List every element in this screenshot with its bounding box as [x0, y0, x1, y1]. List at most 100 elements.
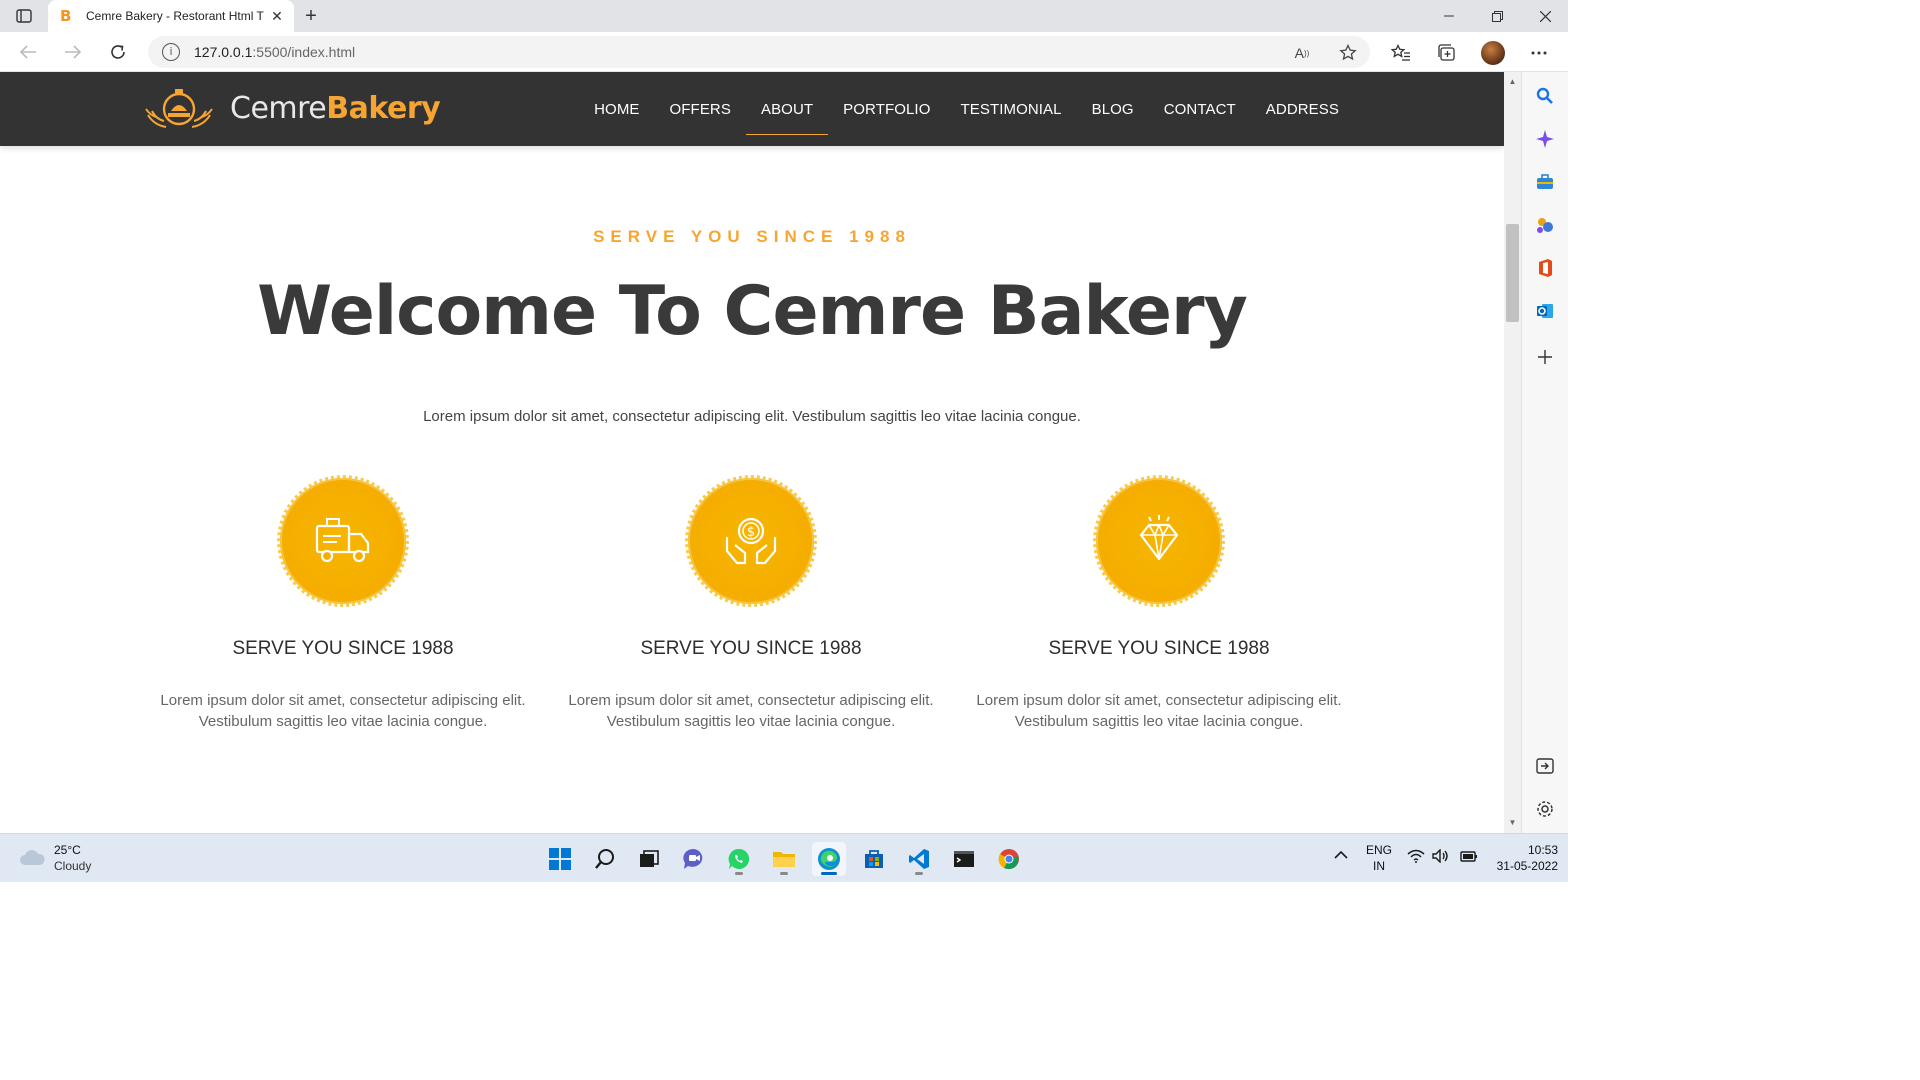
nav-about[interactable]: ABOUT — [745, 72, 829, 146]
feature-badge — [1093, 475, 1225, 607]
add-sidebar-app-icon[interactable] — [1534, 346, 1556, 368]
nav-home[interactable]: HOME — [579, 72, 654, 146]
page-scrollbar[interactable]: ▲ ▼ — [1504, 72, 1521, 833]
task-view-button[interactable] — [632, 842, 666, 876]
teams-chat-button[interactable] — [677, 842, 711, 876]
new-tab-button[interactable]: + — [300, 5, 322, 27]
sidebar-settings-icon[interactable] — [1534, 798, 1556, 820]
chat-icon — [683, 848, 703, 869]
svg-text:$: $ — [747, 525, 755, 540]
refresh-button[interactable] — [104, 38, 132, 66]
windows-icon — [549, 848, 571, 870]
restore-button[interactable] — [1474, 0, 1520, 32]
tab-close-button[interactable]: ✕ — [268, 7, 286, 25]
feature-card-quality: SERVE YOU SINCE 1988 Lorem ipsum dolor s… — [959, 475, 1359, 732]
weather-widget[interactable]: 25°C Cloudy — [18, 842, 91, 874]
hide-sidebar-icon[interactable] — [1534, 755, 1556, 777]
profile-avatar[interactable] — [1481, 41, 1505, 65]
file-explorer-button[interactable] — [767, 842, 801, 876]
whatsapp-button[interactable] — [722, 842, 756, 876]
feature-title: SERVE YOU SINCE 1988 — [640, 638, 862, 659]
tab-actions-button[interactable] — [12, 6, 36, 26]
edge-sidebar — [1521, 72, 1568, 833]
chrome-button[interactable] — [992, 842, 1026, 876]
diamond-icon — [1139, 515, 1179, 561]
search-icon[interactable] — [1534, 85, 1556, 107]
running-indicator — [780, 872, 788, 875]
close-window-button[interactable] — [1522, 0, 1568, 32]
forward-button[interactable] — [59, 38, 87, 66]
language-indicator[interactable]: ENG IN — [1364, 842, 1394, 874]
scroll-thumb[interactable] — [1506, 224, 1519, 322]
feature-text: Lorem ipsum dolor sit amet, consectetur … — [143, 690, 543, 732]
vscode-button[interactable] — [902, 842, 936, 876]
start-button[interactable] — [543, 842, 577, 876]
address-bar[interactable]: i 127.0.0.1:5500/index.html A)) — [148, 36, 1370, 68]
chrome-icon — [998, 849, 1019, 870]
nav-contact[interactable]: CONTACT — [1149, 72, 1251, 146]
nav-offers[interactable]: OFFERS — [655, 72, 746, 146]
feature-text-line1: Lorem ipsum dolor sit amet, consectetur … — [568, 692, 934, 709]
nav-testimonial[interactable]: TESTIMONIAL — [945, 72, 1076, 146]
volume-status[interactable] — [1432, 848, 1450, 867]
nav-address[interactable]: ADDRESS — [1251, 72, 1354, 146]
clock[interactable]: 10:53 31-05-2022 — [1488, 842, 1558, 874]
office-icon[interactable] — [1534, 257, 1556, 279]
feature-title: SERVE YOU SINCE 1988 — [1048, 638, 1270, 659]
tools-icon[interactable] — [1534, 171, 1556, 193]
site-info-icon[interactable]: i — [162, 43, 180, 61]
weather-temperature: 25°C — [54, 843, 81, 857]
whatsapp-icon — [728, 848, 750, 869]
show-hidden-icons-button[interactable] — [1334, 848, 1348, 864]
battery-icon — [1460, 851, 1477, 862]
logo-text-light: Cemre — [230, 91, 327, 126]
add-favorite-icon[interactable] — [1338, 43, 1358, 63]
feature-badge — [277, 475, 409, 607]
taskbar-search-button[interactable] — [588, 842, 622, 876]
battery-status[interactable] — [1458, 849, 1478, 867]
hands-coin-icon: $ — [725, 517, 777, 565]
scroll-up-icon[interactable]: ▲ — [1504, 74, 1521, 90]
edge-browser-icon — [818, 848, 840, 870]
store-icon — [865, 850, 883, 868]
back-button[interactable] — [14, 38, 42, 66]
nav-portfolio[interactable]: PORTFOLIO — [828, 72, 945, 146]
discover-icon[interactable] — [1534, 128, 1556, 150]
logo-text-bold: Bakery — [326, 91, 441, 126]
about-lead: Lorem ipsum dolor sit amet, consectetur … — [423, 408, 1081, 425]
games-icon[interactable] — [1534, 214, 1556, 236]
store-button[interactable] — [857, 842, 891, 876]
page-viewport: CemreBakery HOME OFFERS ABOUT PORTFOLIO … — [0, 72, 1504, 833]
site-header: CemreBakery HOME OFFERS ABOUT PORTFOLIO … — [0, 72, 1504, 146]
outlook-icon[interactable] — [1534, 300, 1556, 322]
main-nav: HOME OFFERS ABOUT PORTFOLIO TESTIMONIAL … — [579, 72, 1354, 146]
network-status[interactable] — [1407, 849, 1425, 867]
chevron-up-icon — [1334, 850, 1348, 859]
edge-taskbar-button[interactable] — [812, 842, 846, 876]
wifi-icon — [1407, 849, 1425, 863]
settings-more-icon[interactable] — [1527, 41, 1551, 65]
nav-blog[interactable]: BLOG — [1077, 72, 1149, 146]
favorites-icon[interactable] — [1389, 41, 1413, 65]
minimize-button[interactable] — [1426, 0, 1472, 32]
scroll-down-icon[interactable]: ▼ — [1504, 815, 1521, 831]
tab-actions-icon — [16, 9, 32, 23]
feature-text-line2: Vestibulum sagittis leo vitae lacinia co… — [1014, 713, 1304, 730]
feature-text-line1: Lorem ipsum dolor sit amet, consectetur … — [976, 692, 1342, 709]
back-arrow-icon — [19, 45, 36, 59]
bakery-logo-icon[interactable] — [144, 85, 214, 131]
folder-icon — [773, 852, 795, 867]
browser-tab[interactable]: B Cemre Bakery - Restorant Html T ✕ — [48, 0, 294, 32]
search-icon — [595, 849, 614, 869]
url-path: :5500/index.html — [252, 44, 356, 60]
site-logo[interactable]: CemreBakery — [230, 90, 441, 128]
running-indicator — [821, 872, 837, 875]
collections-icon[interactable] — [1434, 41, 1458, 65]
terminal-button[interactable] — [947, 842, 981, 876]
clock-time: 10:53 — [1527, 843, 1558, 857]
feature-text: Lorem ipsum dolor sit amet, consectetur … — [959, 690, 1359, 732]
running-indicator — [735, 872, 743, 875]
read-aloud-icon[interactable]: A)) — [1292, 43, 1312, 63]
restore-icon — [1491, 10, 1503, 22]
speaker-icon — [1432, 848, 1448, 864]
